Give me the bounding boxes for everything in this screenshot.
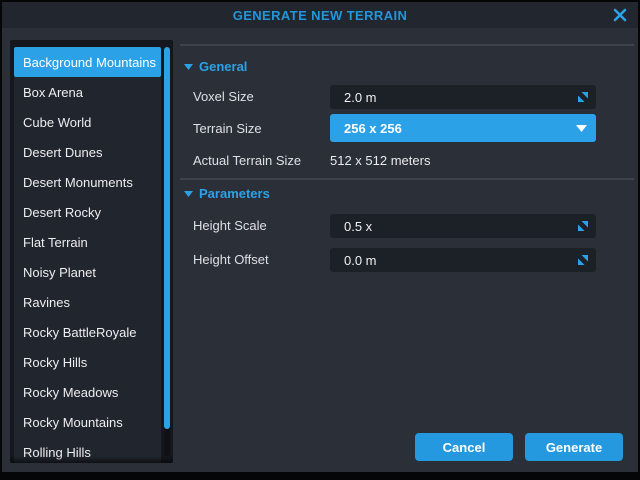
list-item-flat-terrain[interactable]: Flat Terrain <box>14 227 161 257</box>
drag-value-icon[interactable] <box>577 220 589 232</box>
voxel-size-input[interactable] <box>330 90 577 105</box>
drag-value-icon[interactable] <box>577 91 589 103</box>
list-item-rocky-battleroyale[interactable]: Rocky BattleRoyale <box>14 317 161 347</box>
terrain-size-label: Terrain Size <box>193 121 262 136</box>
parameters-section-label: Parameters <box>199 186 270 201</box>
list-item-background-mountains[interactable]: Background Mountains <box>14 47 161 77</box>
height-offset-label: Height Offset <box>193 252 269 267</box>
voxel-size-field[interactable] <box>330 85 596 109</box>
general-separator <box>180 44 634 46</box>
titlebar: GENERATE NEW TERRAIN <box>2 2 638 28</box>
dialog-body: Background MountainsBox ArenaCube WorldD… <box>2 28 638 472</box>
list-item-desert-rocky[interactable]: Desert Rocky <box>14 197 161 227</box>
list-item-rocky-hills[interactable]: Rocky Hills <box>14 347 161 377</box>
list-item-desert-dunes[interactable]: Desert Dunes <box>14 137 161 167</box>
list-scrollbar-track[interactable] <box>164 47 170 456</box>
cancel-button[interactable]: Cancel <box>415 433 513 461</box>
actual-terrain-size-value: 512 x 512 meters <box>330 153 430 168</box>
generate-terrain-dialog: GENERATE NEW TERRAIN Background Mountain… <box>0 0 640 480</box>
height-scale-field[interactable] <box>330 214 596 238</box>
list-item-cube-world[interactable]: Cube World <box>14 107 161 137</box>
general-section-label: General <box>199 59 247 74</box>
terrain-size-dropdown[interactable]: 256 x 256 <box>330 114 596 142</box>
list-item-rocky-mountains[interactable]: Rocky Mountains <box>14 407 161 437</box>
actual-terrain-size-label: Actual Terrain Size <box>193 153 301 168</box>
dropdown-arrow-icon <box>576 125 587 132</box>
drag-value-icon[interactable] <box>577 254 589 266</box>
collapse-arrow-icon <box>184 64 193 70</box>
general-section-header[interactable]: General <box>184 59 247 74</box>
collapse-arrow-icon <box>184 191 193 197</box>
height-offset-input[interactable] <box>330 253 577 268</box>
list-item-ravines[interactable]: Ravines <box>14 287 161 317</box>
height-scale-label: Height Scale <box>193 218 267 233</box>
voxel-size-label: Voxel Size <box>193 89 254 104</box>
list-item-box-arena[interactable]: Box Arena <box>14 77 161 107</box>
list-scrollbar-thumb[interactable] <box>164 47 170 429</box>
dialog-title: GENERATE NEW TERRAIN <box>233 8 408 23</box>
close-button[interactable] <box>610 6 630 24</box>
generate-button[interactable]: Generate <box>525 433 623 461</box>
terrain-preset-list: Background MountainsBox ArenaCube WorldD… <box>10 40 173 463</box>
list-item-desert-monuments[interactable]: Desert Monuments <box>14 167 161 197</box>
list-item-noisy-planet[interactable]: Noisy Planet <box>14 257 161 287</box>
parameters-separator <box>180 178 634 180</box>
list-bottom-shadow <box>10 456 173 463</box>
height-offset-field[interactable] <box>330 248 596 272</box>
close-icon <box>613 8 627 22</box>
height-scale-input[interactable] <box>330 219 577 234</box>
list-item-rocky-meadows[interactable]: Rocky Meadows <box>14 377 161 407</box>
terrain-list: Background MountainsBox ArenaCube WorldD… <box>14 47 161 463</box>
parameters-section-header[interactable]: Parameters <box>184 186 270 201</box>
terrain-size-value: 256 x 256 <box>330 121 576 136</box>
